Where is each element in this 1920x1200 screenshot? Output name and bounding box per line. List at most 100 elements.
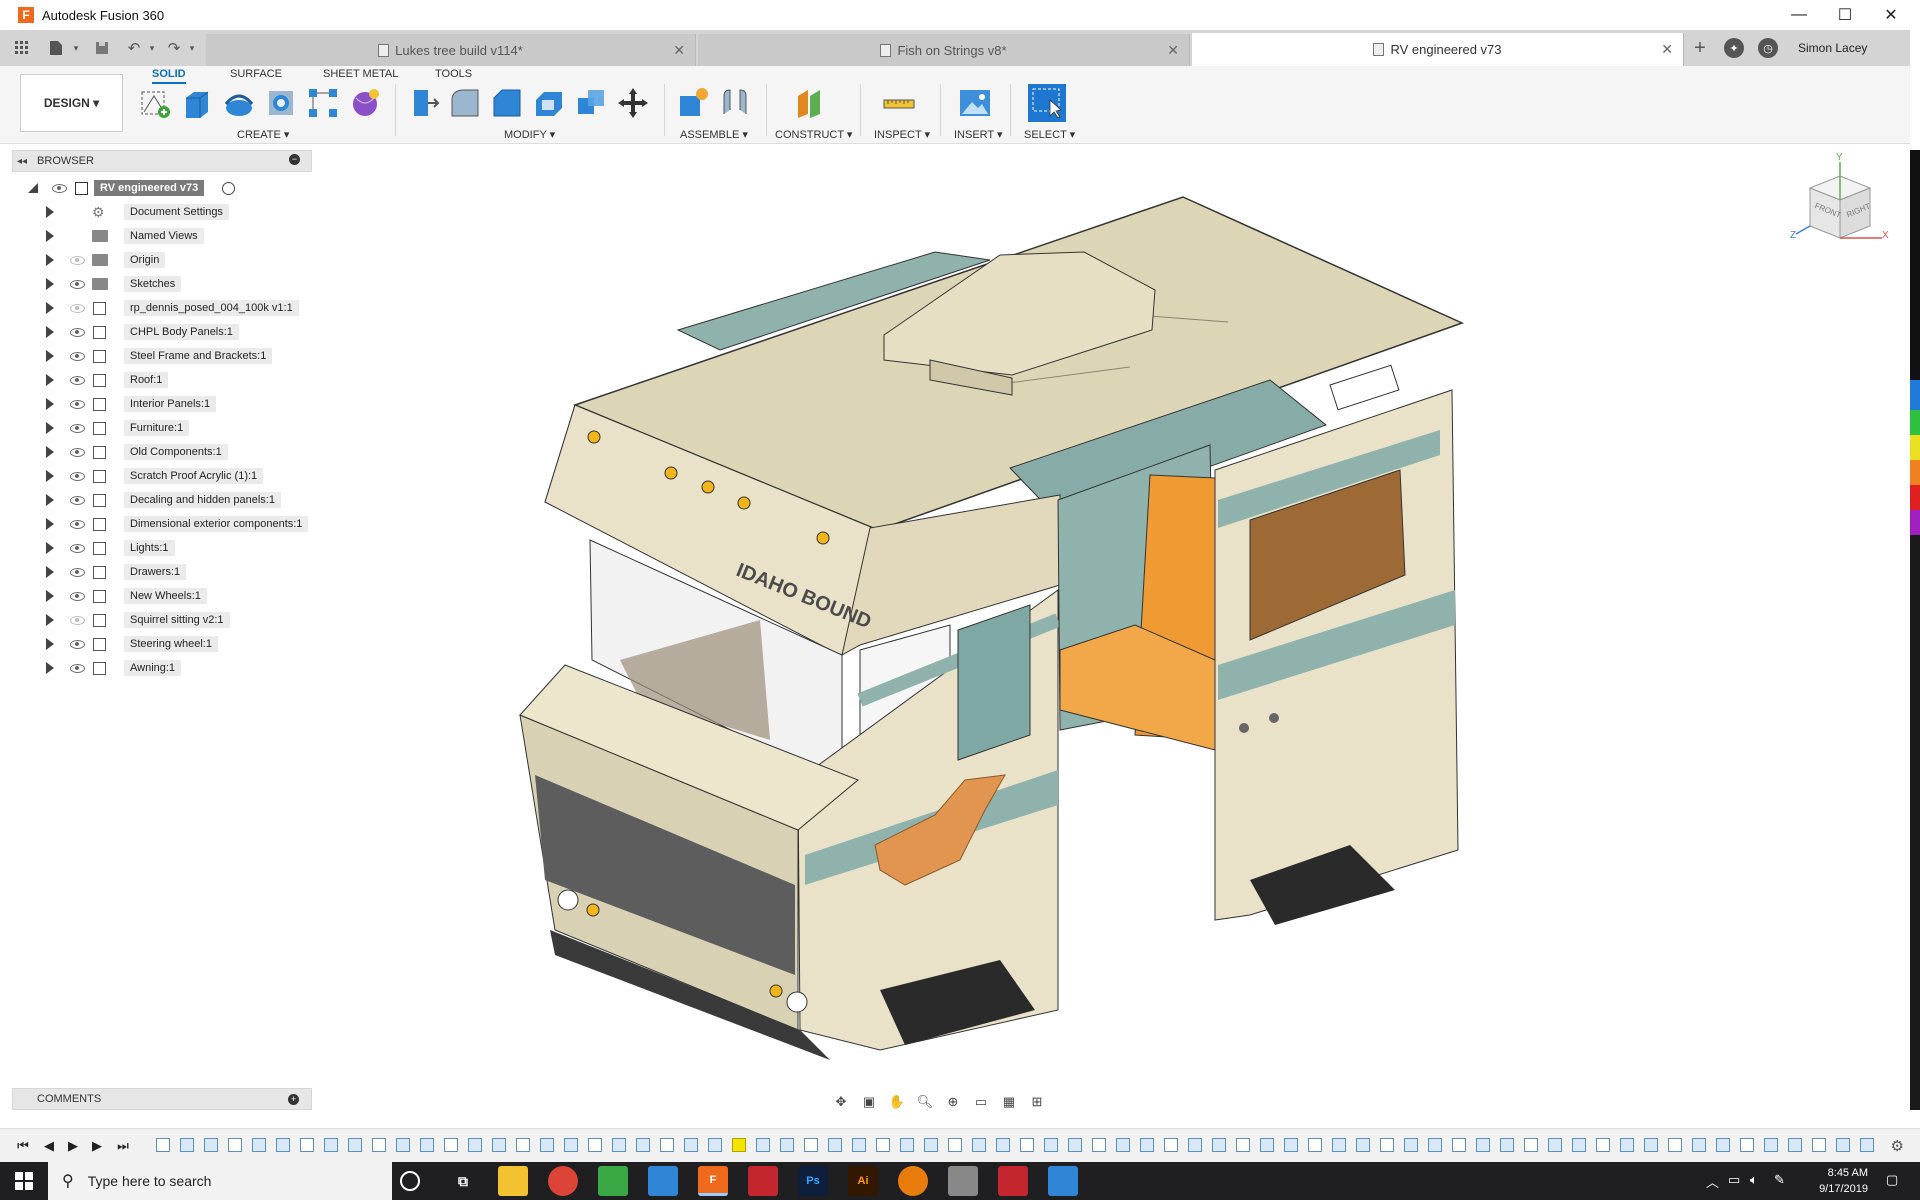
viewports-icon[interactable]: ⊞ — [1026, 1092, 1048, 1112]
visibility-eye-icon[interactable] — [70, 495, 85, 505]
timeline-feature-icon[interactable] — [1692, 1138, 1706, 1152]
visibility-eye-icon[interactable] — [70, 423, 85, 433]
expand-triangle-icon[interactable] — [46, 542, 54, 554]
browser-node[interactable]: Scratch Proof Acrylic (1):1 — [12, 466, 312, 486]
tab-lukes-tree-build[interactable]: Lukes tree build v114* ✕ — [206, 34, 696, 66]
minimize-button[interactable]: — — [1776, 0, 1822, 30]
fillet-icon[interactable] — [448, 86, 482, 120]
shell-icon[interactable] — [532, 86, 566, 120]
app-icon[interactable] — [948, 1166, 978, 1196]
visibility-eye-icon[interactable] — [70, 279, 85, 289]
measure-icon[interactable] — [882, 86, 916, 120]
file-explorer-icon[interactable] — [498, 1166, 528, 1196]
timeline-feature-icon[interactable] — [900, 1138, 914, 1152]
maximize-button[interactable]: ☐ — [1822, 0, 1868, 30]
assemble-menu[interactable]: ASSEMBLE ▾ — [680, 128, 748, 141]
timeline-feature-icon[interactable] — [1068, 1138, 1082, 1152]
timeline-feature-icon[interactable] — [828, 1138, 842, 1152]
expand-triangle-icon[interactable] — [46, 374, 54, 386]
expand-triangle-icon[interactable] — [46, 254, 54, 266]
browser-node[interactable]: Furniture:1 — [12, 418, 312, 438]
timeline-step-forward-icon[interactable]: ▶ — [88, 1137, 106, 1155]
timeline-feature-icon[interactable] — [1548, 1138, 1562, 1152]
browser-node[interactable]: Drawers:1 — [12, 562, 312, 582]
timeline-feature-icon[interactable] — [1500, 1138, 1514, 1152]
pan-hand-icon[interactable]: ✋ — [886, 1092, 908, 1112]
timeline-start-icon[interactable]: ⏮ — [14, 1137, 32, 1155]
illustrator-icon[interactable]: Ai — [848, 1166, 878, 1196]
browser-node[interactable]: Decaling and hidden panels:1 — [12, 490, 312, 510]
save-icon[interactable] — [92, 38, 112, 58]
visibility-eye-icon[interactable] — [70, 327, 85, 337]
timeline-feature-icon[interactable] — [1260, 1138, 1274, 1152]
acrobat-icon[interactable] — [998, 1166, 1028, 1196]
offset-plane-icon[interactable] — [794, 86, 828, 120]
look-at-icon[interactable]: ▣ — [858, 1092, 880, 1112]
modify-menu[interactable]: MODIFY ▾ — [504, 128, 555, 141]
timeline-settings-gear-icon[interactable]: ⚙ — [1891, 1137, 1904, 1155]
timeline-feature-icon[interactable] — [1164, 1138, 1178, 1152]
cortana-icon[interactable] — [400, 1171, 420, 1191]
timeline-feature-icon[interactable] — [1404, 1138, 1418, 1152]
redo-chevron-icon[interactable]: ▾ — [182, 38, 202, 58]
timeline-feature-icon[interactable] — [348, 1138, 362, 1152]
orbit-icon[interactable]: ✥ — [830, 1092, 852, 1112]
zoom-icon[interactable]: 🔍︎ — [914, 1092, 936, 1112]
combine-icon[interactable] — [574, 86, 608, 120]
visibility-eye-icon[interactable] — [70, 615, 85, 625]
timeline-feature-icon[interactable] — [300, 1138, 314, 1152]
extensions-icon[interactable]: ✦ — [1724, 38, 1744, 58]
timeline-feature-icon[interactable] — [1356, 1138, 1370, 1152]
visibility-eye-icon[interactable] — [70, 663, 85, 673]
app-icon[interactable] — [648, 1166, 678, 1196]
timeline-feature-icon[interactable] — [1476, 1138, 1490, 1152]
tab-fish-on-strings[interactable]: Fish on Strings v8* ✕ — [698, 34, 1190, 66]
tab-solid[interactable]: SOLID — [152, 68, 186, 84]
timeline-feature-icon[interactable] — [1572, 1138, 1586, 1152]
timeline-feature-icon[interactable] — [324, 1138, 338, 1152]
data-panel-grid-icon[interactable] — [12, 38, 32, 58]
job-status-clock-icon[interactable]: ◷ — [1758, 38, 1778, 58]
browser-node[interactable]: ⚙ Document Settings — [12, 202, 312, 222]
visibility-eye-icon[interactable] — [70, 591, 85, 601]
photoshop-icon[interactable]: Ps — [798, 1166, 828, 1196]
create-sketch-icon[interactable] — [138, 86, 172, 120]
visibility-eye-icon[interactable] — [70, 567, 85, 577]
timeline-feature-icon[interactable] — [756, 1138, 770, 1152]
expand-triangle-icon[interactable] — [46, 470, 54, 482]
volume-icon[interactable]: 🔈︎ — [1750, 1172, 1758, 1188]
task-view-icon[interactable]: ⧉ — [448, 1166, 478, 1196]
expand-triangle-icon[interactable] — [46, 422, 54, 434]
select-menu[interactable]: SELECT ▾ — [1024, 128, 1075, 141]
windows-start-icon[interactable] — [0, 1162, 48, 1200]
insert-menu[interactable]: INSERT ▾ — [954, 128, 1003, 141]
expand-triangle-icon[interactable] — [46, 230, 54, 242]
expand-triangle-icon[interactable] — [46, 446, 54, 458]
timeline-feature-icon[interactable] — [780, 1138, 794, 1152]
timeline-feature-icon[interactable] — [252, 1138, 266, 1152]
blender-icon[interactable] — [898, 1166, 928, 1196]
timeline-step-back-icon[interactable]: ◀ — [40, 1137, 58, 1155]
timeline-feature-icon[interactable] — [180, 1138, 194, 1152]
timeline-feature-icon[interactable] — [804, 1138, 818, 1152]
add-comment-icon[interactable]: + — [288, 1094, 299, 1105]
timeline-feature-icon[interactable] — [684, 1138, 698, 1152]
timeline-feature-icon[interactable] — [660, 1138, 674, 1152]
visibility-eye-icon[interactable] — [70, 519, 85, 529]
expand-triangle-icon[interactable] — [46, 206, 54, 218]
notifications-icon[interactable]: ▢ — [1886, 1172, 1898, 1188]
timeline-feature-icon[interactable] — [204, 1138, 218, 1152]
timeline-feature-icon[interactable] — [972, 1138, 986, 1152]
browser-node[interactable]: Interior Panels:1 — [12, 394, 312, 414]
visibility-eye-icon[interactable] — [70, 255, 85, 265]
collapse-panel-icon[interactable]: ◂◂ — [17, 156, 27, 167]
browser-node[interactable]: Squirrel sitting v2:1 — [12, 610, 312, 630]
move-copy-icon[interactable] — [616, 86, 650, 120]
insert-canvas-icon[interactable] — [958, 86, 992, 120]
close-tab-icon[interactable]: ✕ — [1167, 42, 1179, 59]
close-tab-icon[interactable]: ✕ — [1661, 41, 1673, 58]
browser-node[interactable]: Roof:1 — [12, 370, 312, 390]
timeline-feature-icon[interactable] — [1788, 1138, 1802, 1152]
timeline-feature-icon[interactable] — [1284, 1138, 1298, 1152]
select-tool-icon[interactable] — [1028, 84, 1066, 122]
